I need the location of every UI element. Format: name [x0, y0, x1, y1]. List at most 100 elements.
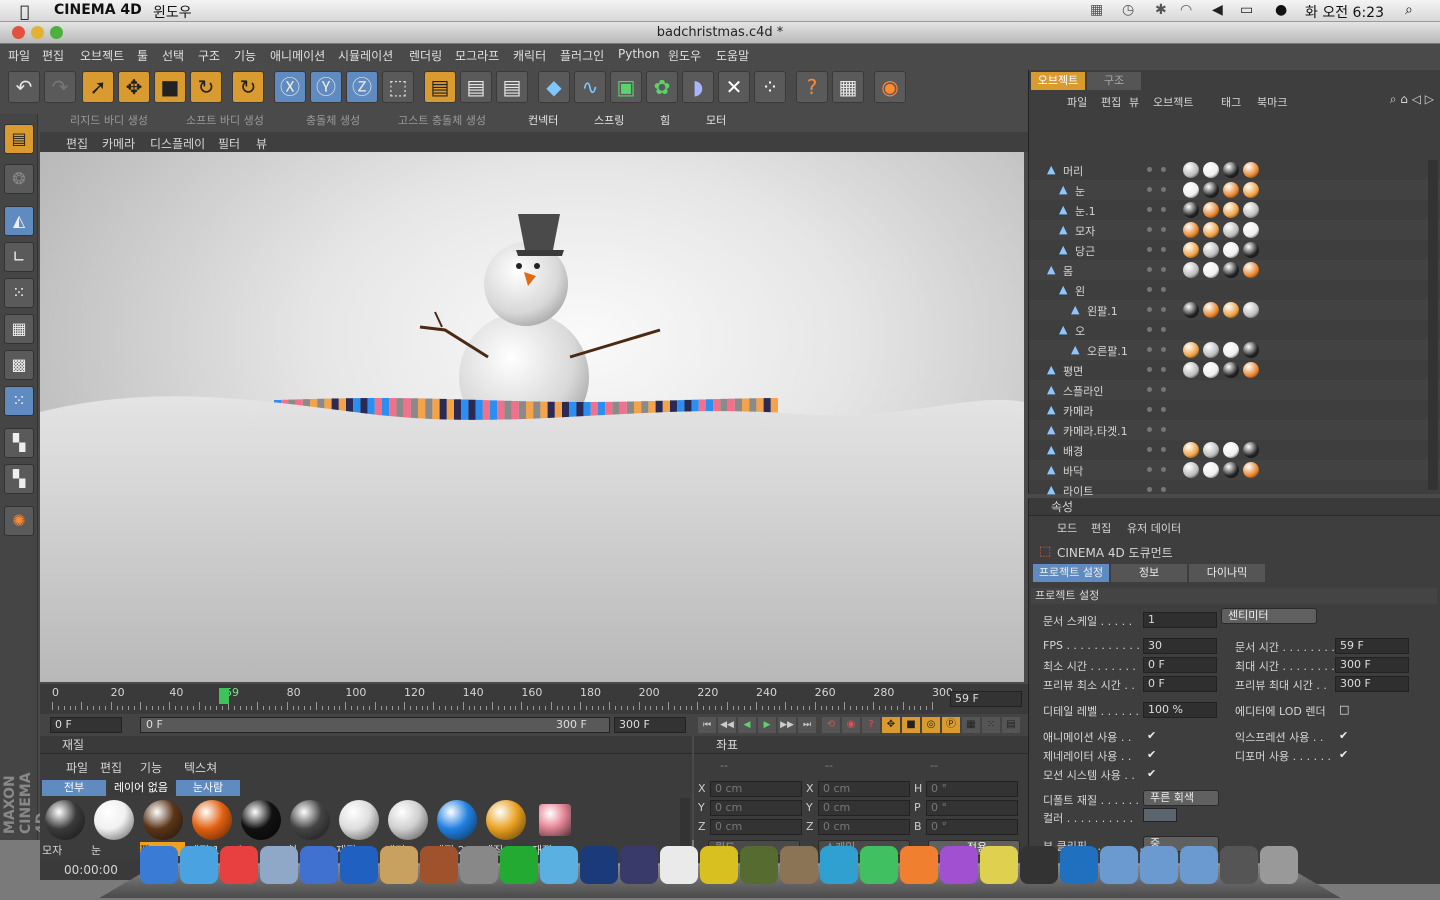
undo-icon[interactable]: ↶ [8, 71, 40, 103]
material-filter-0[interactable]: 전부 [42, 780, 106, 796]
app-menu[interactable]: CINEMA 4D [54, 2, 142, 18]
viewport-menu-3[interactable]: 필터 [218, 135, 240, 152]
field-value-6[interactable]: 300 F [1335, 657, 1409, 673]
tag-icon[interactable] [1183, 222, 1199, 238]
menu-6[interactable]: 기능 [234, 47, 256, 64]
flag-icon[interactable]: ● [1275, 2, 1287, 18]
polygons-mode-icon[interactable]: ▩ [4, 350, 34, 380]
edges-mode-icon[interactable]: ▦ [4, 314, 34, 344]
close-button[interactable] [12, 26, 25, 39]
render-visibility-dot[interactable] [1161, 467, 1166, 472]
render-visibility-dot[interactable] [1161, 227, 1166, 232]
redo-icon[interactable]: ↷ [44, 71, 76, 103]
attribute-menu-2[interactable]: 유저 데이터 [1127, 520, 1181, 536]
coord-field[interactable]: 0 cm [710, 819, 802, 835]
keyframe-tool-4[interactable]: ■ [902, 717, 920, 733]
viewport-menu-0[interactable]: 편집 [66, 135, 88, 152]
tag-icon[interactable] [1223, 462, 1239, 478]
playback-button-2[interactable]: ◀ [738, 717, 756, 733]
viewport-menu-2[interactable]: 디스플레이 [150, 135, 205, 152]
viewport-menu-1[interactable]: 카메라 [102, 135, 135, 152]
attribute-tab-0[interactable]: 프로젝트 설정 [1033, 564, 1109, 582]
dock-app-icon[interactable] [540, 846, 578, 884]
rotate-tool-icon[interactable]: ↻ [190, 71, 222, 103]
dock-app-icon[interactable] [260, 846, 298, 884]
object-menu-5[interactable]: 북마크 [1257, 94, 1287, 110]
menu-7[interactable]: 애니메이션 [270, 47, 325, 64]
dock-app-icon[interactable] [500, 846, 538, 884]
texture-mode-icon[interactable]: ⁙ [4, 386, 34, 416]
field-value-5[interactable]: 59 F [1335, 638, 1409, 654]
tag-icon[interactable] [1203, 462, 1219, 478]
material-menu-2[interactable]: 기능 [140, 759, 162, 776]
tag-icon[interactable] [1243, 362, 1259, 378]
render-visibility-dot[interactable] [1161, 427, 1166, 432]
tag-icon[interactable] [1183, 202, 1199, 218]
object-row[interactable]: ▲ 라이트 [1029, 480, 1440, 500]
editor-visibility-dot[interactable] [1147, 467, 1152, 472]
render-visibility-dot[interactable] [1161, 347, 1166, 352]
dock-app-icon[interactable] [700, 846, 738, 884]
dynamics-7[interactable]: 모터 [706, 112, 726, 128]
object-row[interactable]: ▲ 왼팔.1 [1029, 300, 1440, 320]
field-value-7[interactable]: 300 F [1335, 676, 1409, 692]
tag-icon[interactable] [1243, 202, 1259, 218]
tag-icon[interactable] [1223, 182, 1239, 198]
timeline[interactable]: 0 20 40 59 80 100 120 140 160 180 200 220 240 260 280 3… [40, 684, 1028, 714]
nurbs-icon[interactable]: ▣ [610, 71, 642, 103]
editor-visibility-dot[interactable] [1147, 327, 1152, 332]
timemachine-icon[interactable]: ◷ [1122, 2, 1134, 18]
color-swatch[interactable] [1143, 808, 1177, 822]
tag-icon[interactable] [1223, 362, 1239, 378]
playback-button-3[interactable]: ▶ [758, 717, 776, 733]
dock-app-icon[interactable] [220, 846, 258, 884]
dynamics-4[interactable]: 컨넥터 [528, 112, 558, 128]
checkbox-1[interactable]: ✔ [1147, 730, 1157, 741]
viewport-3d[interactable]: ✥ ⇕ ◎ ▢ [40, 152, 1024, 682]
render-visibility-dot[interactable] [1161, 367, 1166, 372]
playback-button-4[interactable]: ▶▶ [778, 717, 796, 733]
field-value-4[interactable]: 100 % [1143, 702, 1217, 718]
spline-icon[interactable]: ∿ [574, 71, 606, 103]
wifi-icon[interactable]: ◠ [1180, 2, 1192, 18]
render-picture-viewer-icon[interactable]: ▤ [460, 71, 492, 103]
playback-button-5[interactable]: ⏭ [798, 717, 816, 733]
menu-9[interactable]: 렌더링 [409, 47, 442, 64]
spotlight-icon[interactable]: ⌕ [1405, 2, 1413, 18]
battery-icon[interactable]: ▭ [1240, 2, 1253, 18]
help-icon[interactable]: ? [796, 71, 828, 103]
render-visibility-dot[interactable] [1161, 387, 1166, 392]
menu-3[interactable]: 툴 [137, 47, 148, 64]
z-axis-icon[interactable]: Ⓩ [346, 71, 378, 103]
menu-14[interactable]: 윈도우 [668, 47, 701, 64]
object-row[interactable]: ▲ 머리 [1029, 160, 1440, 180]
object-row[interactable]: ▲ 평면 [1029, 360, 1440, 380]
scale-tool-icon[interactable]: ■ [154, 71, 186, 103]
tag-icon[interactable] [1183, 342, 1199, 358]
attribute-menu-0[interactable]: 모드 [1057, 520, 1077, 536]
particles-icon[interactable]: ⁘ [754, 71, 786, 103]
coord-field[interactable]: 0 ° [926, 819, 1018, 835]
default-material-select[interactable]: 푸른 회색 [1143, 790, 1219, 806]
zoom-button[interactable] [50, 26, 63, 39]
coord-field[interactable]: 0 cm [710, 800, 802, 816]
sculpt-brush-icon[interactable]: ✺ [4, 506, 34, 536]
editor-visibility-dot[interactable] [1147, 187, 1152, 192]
dock-app-icon[interactable] [300, 846, 338, 884]
render-settings-icon[interactable]: ▤ [496, 71, 528, 103]
object-search-icons[interactable]: ⌕ ⌂ ◁ ▷ [1390, 92, 1434, 107]
editor-visibility-dot[interactable] [1147, 387, 1152, 392]
start-frame-field[interactable]: 0 F [50, 717, 122, 733]
menu-8[interactable]: 시뮬레이션 [338, 47, 393, 64]
checkbox-2[interactable]: ✔ [1339, 730, 1349, 741]
tag-icon[interactable] [1243, 442, 1259, 458]
dock-app-icon[interactable] [740, 846, 778, 884]
material-menu-1[interactable]: 편집 [100, 759, 122, 776]
object-menu-1[interactable]: 편집 [1101, 94, 1121, 110]
coord-field[interactable]: 0 ° [926, 781, 1018, 797]
tag-icon[interactable] [1223, 162, 1239, 178]
tag-icon[interactable] [1203, 162, 1219, 178]
tag-icon[interactable] [1243, 222, 1259, 238]
dock-app-icon[interactable] [580, 846, 618, 884]
tag-icon[interactable] [1203, 442, 1219, 458]
